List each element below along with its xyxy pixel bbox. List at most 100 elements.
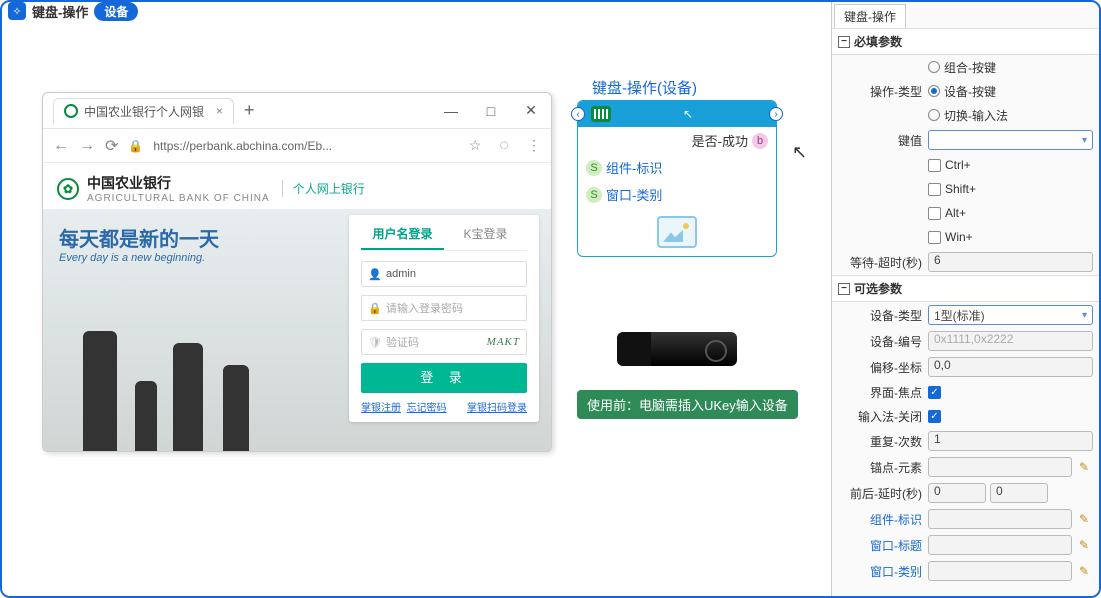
label-key: 键值 [832, 132, 928, 149]
keyboard-icon [591, 106, 611, 122]
captcha-input[interactable]: 🛡 验证码 MAKT [361, 329, 527, 355]
opt-ime: 切换-输入法 [944, 107, 1008, 124]
edit-icon[interactable]: ✎ [1079, 564, 1093, 578]
design-canvas[interactable]: ✧ 键盘-操作 设备 中国农业银行个人网银 × + — □ ✕ ← [2, 2, 831, 596]
wait-input[interactable]: 6 [928, 252, 1093, 272]
login-button[interactable]: 登 录 [361, 363, 527, 393]
tab-close-icon[interactable]: × [216, 104, 223, 118]
canvas-title: 键盘-操作 [32, 2, 88, 21]
forward-icon[interactable]: → [79, 137, 95, 155]
chk-ctrl[interactable] [928, 159, 941, 172]
radio-combo[interactable] [928, 61, 940, 73]
tab-title: 中国农业银行个人网银 [84, 103, 204, 120]
new-tab-button[interactable]: + [244, 100, 255, 121]
panel-tab[interactable]: 键盘-操作 [834, 4, 906, 28]
edit-icon[interactable]: ✎ [1079, 538, 1093, 552]
radio-ime[interactable] [928, 109, 940, 121]
label-ctrl: Ctrl+ [945, 158, 971, 172]
collapse-icon[interactable]: − [838, 283, 850, 295]
username-value: admin [386, 268, 416, 280]
favicon-icon [64, 104, 78, 118]
tab-username-login[interactable]: 用户名登录 [361, 225, 444, 250]
maximize-button[interactable]: □ [471, 93, 511, 129]
captcha-image[interactable]: MAKT [487, 336, 520, 348]
label-offset: 偏移-坐标 [832, 359, 928, 376]
bank-section: 个人网上银行 [282, 180, 365, 197]
offset-input[interactable]: 0,0 [928, 357, 1093, 377]
captcha-placeholder: 验证码 [386, 334, 419, 350]
minimize-button[interactable]: — [431, 93, 471, 129]
label-focus: 界面-焦点 [832, 384, 928, 401]
username-input[interactable]: 👤 admin [361, 261, 527, 287]
tab-ukey-login[interactable]: K宝登录 [444, 225, 527, 250]
chk-alt[interactable] [928, 207, 941, 220]
hero-subhead: Every day is a new beginning. [59, 252, 219, 264]
mouse-cursor-icon: ↖ [792, 142, 807, 163]
bookmark-icon[interactable]: ☆ [469, 137, 482, 154]
label-dev-type: 设备-类型 [832, 307, 928, 324]
account-icon[interactable]: ◌ [499, 137, 509, 155]
label-op-type: 操作-类型 [832, 83, 928, 100]
string-badge: S [586, 160, 602, 176]
node-title: 键盘-操作(设备) [592, 77, 697, 98]
win-title-input[interactable] [928, 535, 1072, 555]
label-delay: 前后-延时(秒) [832, 485, 928, 502]
collapse-icon[interactable]: − [838, 36, 850, 48]
link-register[interactable]: 掌银注册 [361, 403, 401, 414]
url-text[interactable]: https://perbank.abchina.com/Eb... [153, 139, 332, 153]
delay-before-input[interactable]: 0 [928, 483, 986, 503]
component-input[interactable] [928, 509, 1072, 529]
node-output-label: 是否-成功 [692, 131, 748, 150]
edit-icon[interactable]: ✎ [1079, 460, 1093, 474]
chk-ime-close[interactable]: ✓ [928, 410, 941, 423]
password-placeholder: 请输入登录密码 [386, 300, 463, 316]
win-class-input[interactable] [928, 561, 1072, 581]
label-component[interactable]: 组件-标识 [832, 511, 928, 528]
label-ime-close: 输入法-关闭 [832, 408, 928, 425]
browser-tab[interactable]: 中国农业银行个人网银 × [53, 98, 234, 124]
chk-shift[interactable] [928, 183, 941, 196]
close-button[interactable]: ✕ [511, 93, 551, 129]
dev-type-select[interactable]: 1型(标准)▾ [928, 305, 1093, 325]
screenshot-placeholder-icon [657, 216, 697, 248]
link-qr-login[interactable]: 掌银扫码登录 [467, 399, 527, 414]
reload-icon[interactable]: ⟳ [105, 136, 118, 156]
bool-badge: b [752, 133, 768, 149]
output-port[interactable]: › [769, 107, 783, 121]
link-forgot[interactable]: 忘记密码 [407, 403, 447, 414]
input-port[interactable]: ‹ [571, 107, 585, 121]
user-icon: 👤 [368, 268, 382, 281]
label-win-class[interactable]: 窗口-类别 [832, 563, 928, 580]
hero-headline: 每天都是新的一天 [59, 223, 219, 252]
delay-after-input[interactable]: 0 [990, 483, 1048, 503]
edit-icon[interactable]: ✎ [1079, 512, 1093, 526]
chk-focus[interactable]: ✓ [928, 386, 941, 399]
bank-subtitle: AGRICULTURAL BANK OF CHINA [87, 193, 270, 204]
lock-icon: 🔒 [128, 139, 143, 153]
section-required: 必填参数 [854, 33, 902, 50]
anchor-input[interactable] [928, 457, 1072, 477]
label-win: Win+ [945, 230, 973, 244]
keyboard-node[interactable]: ‹ ↖ › 是否-成功 b S 组件-标识 S 窗口-类别 [577, 100, 777, 257]
string-badge: S [586, 187, 602, 203]
dev-no-input[interactable]: 0x1111,0x2222 [928, 331, 1093, 351]
shield-icon: 🛡 [368, 336, 382, 349]
node-prop-window-class[interactable]: 窗口-类别 [606, 185, 662, 204]
lock-icon: 🔒 [368, 302, 382, 315]
chk-win[interactable] [928, 231, 941, 244]
browser-window: 中国农业银行个人网银 × + — □ ✕ ← → ⟳ 🔒 https://per… [42, 92, 552, 452]
label-win-title[interactable]: 窗口-标题 [832, 537, 928, 554]
key-select[interactable]: ▾ [928, 130, 1093, 150]
password-input[interactable]: 🔒 请输入登录密码 [361, 295, 527, 321]
label-alt: Alt+ [945, 206, 966, 220]
section-optional: 可选参数 [854, 280, 902, 297]
radio-device[interactable] [928, 85, 940, 97]
cursor-icon: ↖ [683, 107, 693, 121]
label-shift: Shift+ [945, 182, 976, 196]
bank-name: 中国农业银行 [87, 173, 270, 193]
repeat-input[interactable]: 1 [928, 431, 1093, 451]
node-prop-component[interactable]: 组件-标识 [606, 158, 662, 177]
back-icon[interactable]: ← [53, 137, 69, 155]
bank-logo-icon: ✿ [57, 178, 79, 200]
menu-icon[interactable]: ⋮ [527, 137, 541, 154]
